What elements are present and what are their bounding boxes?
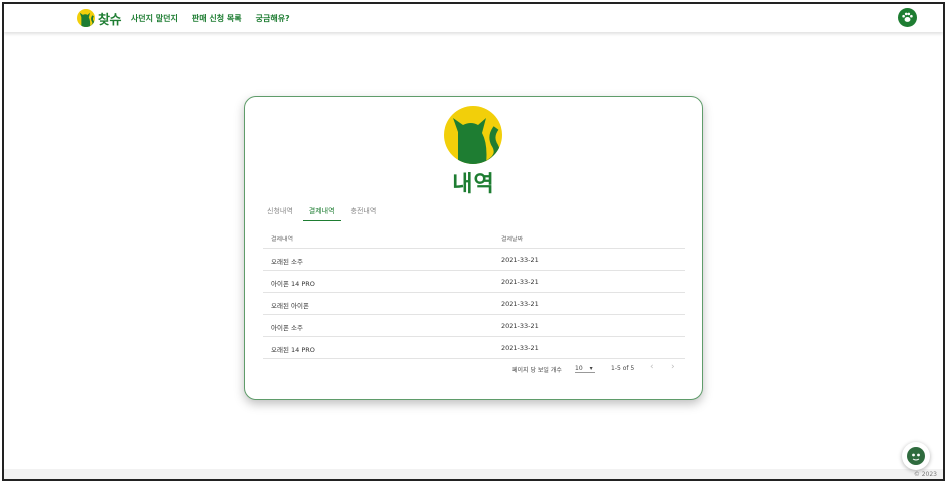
brand-home-link[interactable]: 찾슈: [77, 9, 121, 28]
payments-table: 결제내역 결제날짜 오래된 소주 2021-33-21 아이폰 14 PRO 2…: [263, 227, 685, 359]
nav-link-faq[interactable]: 궁금해유?: [256, 13, 290, 24]
history-card: 내역 신청내역 결제내역 충전내역 결제내역 결제날짜 오래된 소주 2021-…: [244, 96, 703, 400]
paw-icon: [902, 12, 913, 22]
chevron-left-icon[interactable]: ‹: [650, 362, 654, 372]
profile-button[interactable]: [898, 8, 917, 27]
payment-date: 2021-33-21: [501, 256, 539, 264]
table-row[interactable]: 아이폰 소주 2021-33-21: [263, 315, 685, 337]
payment-item: 오래된 14 PRO: [271, 346, 315, 354]
payment-date: 2021-33-21: [501, 322, 539, 330]
tab-charges[interactable]: 충전내역: [345, 205, 383, 220]
cat-logo-icon: [77, 9, 95, 27]
page-title: 내역: [452, 172, 495, 197]
table-row[interactable]: 오래된 소주 2021-33-21: [263, 249, 685, 271]
column-header-date[interactable]: 결제날짜: [501, 234, 523, 243]
nav-link-sale-requests[interactable]: 판매 신청 목록: [192, 13, 242, 24]
rows-per-page-select[interactable]: 10 ▾: [575, 365, 595, 373]
payment-date: 2021-33-21: [501, 278, 539, 286]
rows-per-page-label: 페이지 당 보일 개수: [512, 367, 562, 374]
chat-bot-icon: [907, 447, 925, 465]
footer-bar: [4, 469, 943, 479]
payment-item: 아이폰 14 PRO: [271, 280, 315, 288]
dropdown-arrow-icon: ▾: [589, 365, 593, 372]
payment-item: 오래된 아이폰: [271, 302, 309, 310]
payment-item: 아이폰 소주: [271, 324, 303, 332]
chevron-right-icon[interactable]: ›: [671, 362, 675, 372]
table-header-row: 결제내역 결제날짜: [263, 227, 685, 249]
brand-name: 찾슈: [98, 12, 121, 28]
payment-date: 2021-33-21: [501, 344, 539, 352]
rows-per-page-value: 10: [575, 365, 583, 372]
page-range-text: 1-5 of 5: [611, 365, 635, 372]
table-row[interactable]: 아이폰 14 PRO 2021-33-21: [263, 271, 685, 293]
nav-link-buy-or-not[interactable]: 사던지 말던지: [131, 13, 178, 24]
browser-frame: 찾슈 사던지 말던지 판매 신청 목록 궁금해유? 내역 신청내역 결제내역 충…: [2, 2, 945, 481]
tab-applications[interactable]: 신청내역: [261, 205, 299, 220]
chat-bot-button[interactable]: [902, 442, 930, 470]
column-header-payment[interactable]: 결제내역: [271, 234, 293, 243]
cat-logo-large-icon: [444, 106, 502, 164]
table-row[interactable]: 오래된 아이폰 2021-33-21: [263, 293, 685, 315]
table-row[interactable]: 오래된 14 PRO 2021-33-21: [263, 337, 685, 359]
table-pagination: 페이지 당 보일 개수 10 ▾ 1-5 of 5 ‹ ›: [245, 362, 702, 377]
top-navbar: 찾슈 사던지 말던지 판매 신청 목록 궁금해유?: [4, 4, 943, 32]
payment-date: 2021-33-21: [501, 300, 539, 308]
history-tabs: 신청내역 결제내역 충전내역: [261, 205, 386, 221]
tab-payments[interactable]: 결제내역: [302, 205, 341, 221]
copyright-text: © 2023: [913, 471, 937, 478]
payment-item: 오래된 소주: [271, 258, 303, 266]
